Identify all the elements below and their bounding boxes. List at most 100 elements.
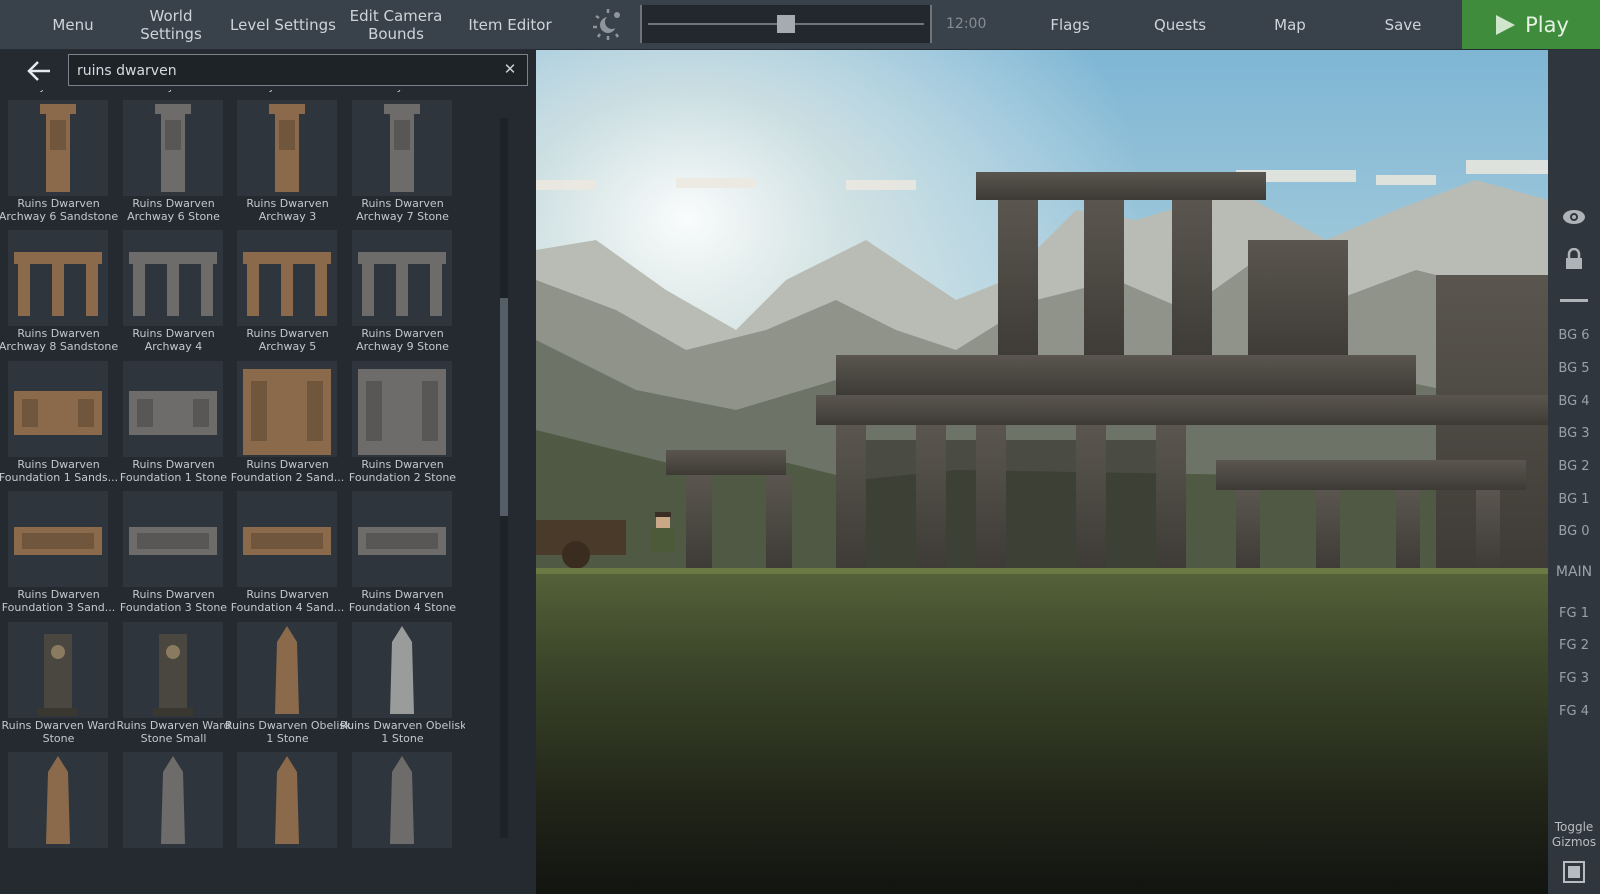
- flags-label: Flags: [1050, 15, 1090, 34]
- asset-label-line1: Ruins Dwarven: [361, 327, 444, 340]
- edit-camera-bounds-button[interactable]: Edit Camera Bounds: [345, 0, 447, 49]
- asset-label-line1: Ruins Dwarven: [246, 588, 329, 601]
- asset-thumbnail: [8, 622, 108, 718]
- asset-thumbnail: [352, 752, 452, 848]
- lock-icon[interactable]: [1564, 247, 1584, 274]
- edit-camera-label-line2: Bounds: [368, 24, 424, 43]
- asset-thumbnail: [352, 100, 452, 196]
- menu-button[interactable]: Menu: [30, 0, 116, 49]
- asset-thumbnail: [123, 230, 223, 326]
- layer-bg0[interactable]: BG 0: [1548, 516, 1600, 548]
- slider-thumb[interactable]: [777, 15, 795, 33]
- asset-label-line2: Foundation 1 Stone: [119, 471, 228, 484]
- flags-button[interactable]: Flags: [1040, 0, 1100, 49]
- level-viewport[interactable]: [536, 50, 1548, 894]
- asset-label-line1: Ruins Dwarven: [246, 458, 329, 471]
- level-settings-label: Level Settings: [230, 15, 336, 34]
- search-input[interactable]: [75, 55, 499, 87]
- scene-canvas: [536, 50, 1548, 894]
- layer-bg4[interactable]: BG 4: [1548, 386, 1600, 418]
- asset-label-line2: Archway 8 Sandstone: [0, 340, 119, 353]
- asset-label-line1: Ruins Dwarven: [17, 588, 100, 601]
- quests-label: Quests: [1153, 15, 1207, 34]
- layer-fg2[interactable]: FG 2: [1548, 630, 1600, 662]
- asset-thumbnail: [352, 230, 452, 326]
- layer-bg2[interactable]: BG 2: [1548, 451, 1600, 483]
- asset-label-line1: Ruins Dwarven: [246, 197, 329, 210]
- top-toolbar: Menu World Settings Level Settings Edit …: [0, 0, 1600, 50]
- layer-bg1[interactable]: BG 1: [1548, 484, 1600, 516]
- toggle-gizmos-label: Toggle Gizmos: [1548, 820, 1600, 850]
- search-box: ✕: [68, 54, 528, 87]
- world-settings-label-line1: World: [149, 6, 193, 25]
- asset-label-line1: Ruins Dwarven: [17, 458, 100, 471]
- asset-label-line1: Ruins Dwarven: [361, 197, 444, 210]
- asset-label-line1: Ruins Dwarven: [132, 197, 215, 210]
- save-button[interactable]: Save: [1375, 0, 1431, 49]
- map-button[interactable]: Map: [1262, 0, 1318, 49]
- checkbox-fill: [1568, 866, 1580, 878]
- asset-label-line2: Foundation 2 Sand...: [230, 471, 345, 484]
- asset-label-line2: Archway 4: [144, 340, 203, 353]
- asset-thumbnail: [237, 752, 337, 848]
- layer-bg3[interactable]: BG 3: [1548, 418, 1600, 450]
- asset-label-line1: Ruins Dwarven Obelisk: [340, 719, 465, 732]
- asset-thumbnail: [352, 361, 452, 457]
- asset-thumbnail: [123, 752, 223, 848]
- asset-thumbnail: [352, 491, 452, 587]
- asset-label-line1: Ruins Dwarven Ward: [116, 719, 231, 732]
- asset-thumbnail: [8, 752, 108, 848]
- asset-label-line1: Ruins Dwarven: [132, 327, 215, 340]
- back-arrow-icon[interactable]: [24, 56, 54, 86]
- toggle-gizmos-checkbox[interactable]: [1563, 861, 1585, 883]
- eye-icon[interactable]: [1562, 208, 1586, 230]
- asset-label-line1: Ruins Dwarven Obelisk: [225, 719, 350, 732]
- asset-label-line2: Archway 5 Stone: [340, 90, 465, 93]
- quests-button[interactable]: Quests: [1150, 0, 1210, 49]
- asset-thumbnail: [237, 491, 337, 587]
- play-label: Play: [1525, 12, 1569, 37]
- layer-bg5[interactable]: BG 5: [1548, 353, 1600, 385]
- asset-label-line2: Stone: [42, 732, 75, 745]
- time-of-day-slider[interactable]: [640, 5, 932, 43]
- asset-thumbnail: [237, 361, 337, 457]
- toggle-gizmos-line1: Toggle: [1554, 820, 1594, 834]
- asset-thumbnail: [237, 100, 337, 196]
- asset-thumbnail: [352, 622, 452, 718]
- level-settings-button[interactable]: Level Settings: [230, 0, 336, 49]
- asset-label-line1: Ruins Dwarven: [17, 327, 100, 340]
- layer-sidebar: BG 6 BG 5 BG 4 BG 3 BG 2 BG 1 BG 0 MAIN …: [1548, 50, 1600, 894]
- layer-fg1[interactable]: FG 1: [1548, 598, 1600, 630]
- layer-fg3[interactable]: FG 3: [1548, 663, 1600, 695]
- asset-label-line2: Foundation 3 Sand...: [1, 601, 116, 614]
- day-night-icon[interactable]: [590, 6, 626, 42]
- asset-label-line1: Ruins Dwarven: [361, 458, 444, 471]
- layer-main[interactable]: MAIN: [1548, 556, 1600, 588]
- asset-label-line2: 1 Stone: [266, 732, 309, 745]
- map-label: Map: [1274, 15, 1306, 34]
- save-label: Save: [1384, 15, 1422, 34]
- play-button[interactable]: Play: [1462, 0, 1600, 49]
- edit-camera-label-line1: Edit Camera: [349, 6, 443, 25]
- asset-label-line2: 1 Stone: [381, 732, 424, 745]
- collapse-icon[interactable]: [1560, 299, 1588, 302]
- world-settings-button[interactable]: World Settings: [125, 0, 217, 49]
- toggle-gizmos-line2: Gizmos: [1551, 835, 1597, 849]
- asset-label-line2: Foundation 4 Stone: [348, 601, 457, 614]
- layer-fg4[interactable]: FG 4: [1548, 696, 1600, 728]
- asset-label-line1: Ruins Dwarven: [132, 588, 215, 601]
- layer-bg6[interactable]: BG 6: [1548, 320, 1600, 352]
- scrollbar-thumb[interactable]: [500, 298, 508, 516]
- asset-thumbnail: [123, 100, 223, 196]
- asset-thumbnail: [8, 230, 108, 326]
- asset-label-line1: Ruins Dwarven: [361, 588, 444, 601]
- time-label: 12:00: [946, 16, 987, 32]
- asset-label-line2: Archway 6 Sandstone: [0, 210, 119, 223]
- play-icon: [1496, 14, 1516, 35]
- asset-label-line2: Archway 6 Stone: [127, 210, 220, 223]
- asset-thumbnail: [237, 230, 337, 326]
- asset-label-line1: Ruins Dwarven: [17, 197, 100, 210]
- asset-thumbnail: [123, 622, 223, 718]
- item-editor-button[interactable]: Item Editor: [462, 0, 558, 49]
- close-icon[interactable]: ✕: [501, 60, 519, 78]
